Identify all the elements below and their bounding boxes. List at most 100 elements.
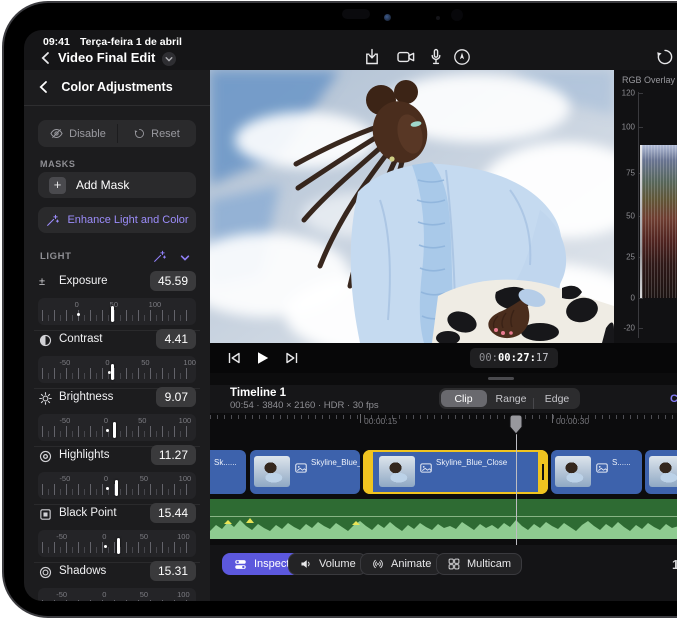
clip-1[interactable]: Sk...... [210, 450, 246, 494]
bezel-camera-ring [451, 9, 463, 21]
rgb-overlay-scope: RGB Overlay 120 100 75 50 25 0 -20 [614, 70, 677, 343]
exposure-icon: ± [39, 276, 52, 289]
disable-reset-control: Disable Reset [38, 120, 196, 147]
title-chevron-down-icon[interactable] [162, 52, 176, 66]
color-adjustments-panel: Color Adjustments Disable Reset [24, 70, 210, 601]
black-point-value[interactable]: 15.44 [150, 503, 196, 523]
screen: 09:41 Terça-feira 1 de abril Video Final… [24, 30, 677, 601]
exposure-value[interactable]: 45.59 [150, 271, 196, 291]
camera-icon[interactable] [396, 47, 416, 67]
slider-highlights: Highlights 11.27 -50 0 50 100 [38, 448, 196, 506]
highlights-handle[interactable] [115, 480, 118, 496]
brightness-slider-ruler[interactable]: -50 0 50 100 [38, 414, 196, 441]
video-preview[interactable] [210, 70, 614, 343]
skip-to-end-icon[interactable] [282, 348, 302, 368]
black-point-slider-ruler[interactable]: -50 0 50 100 [38, 530, 196, 557]
trim-handle-right[interactable] [538, 450, 548, 494]
highlights-value[interactable]: 11.27 [151, 445, 196, 465]
playback-bar: 00:00:27:17 [210, 343, 677, 373]
add-mask-button[interactable]: + Add Mask [38, 172, 196, 198]
timeline-meta: 00:54 · 3840 × 2160 · HDR · 30 fps [230, 400, 379, 411]
mode-range[interactable]: Range [488, 393, 534, 405]
timeline-drag-handle[interactable] [488, 377, 514, 380]
annotate-icon[interactable] [452, 47, 472, 67]
contrast-handle[interactable] [111, 364, 114, 380]
magic-wand-icon [45, 213, 60, 228]
timeline-ruler[interactable]: 00:00:15 00:00:30 [210, 413, 677, 433]
mode-clip[interactable]: Clip [441, 390, 487, 407]
reset-label: Reset [151, 128, 180, 140]
clip-thumbnail [254, 456, 290, 487]
highlights-slider-ruler[interactable]: -50 0 50 100 [38, 472, 196, 499]
brightness-value[interactable]: 9.07 [156, 387, 196, 407]
clip-4[interactable]: S...... [551, 450, 642, 494]
shadows-value[interactable]: 15.31 [150, 561, 196, 581]
photo-icon [596, 463, 608, 473]
clip-5[interactable] [645, 450, 677, 494]
brightness-handle[interactable] [113, 422, 116, 438]
slider-contrast: Contrast 4.41 -50 0 50 100 [38, 332, 196, 390]
playhead-line[interactable] [516, 434, 518, 558]
animate-button[interactable]: Animate [360, 553, 442, 575]
volume-button[interactable]: Volume [288, 553, 367, 575]
speaker-icon [299, 557, 313, 571]
enhance-label: Enhance Light and Color [67, 214, 188, 226]
eye-slash-icon [49, 126, 64, 141]
mode-edge[interactable]: Edge [534, 393, 580, 405]
clipped-edge-button[interactable]: C [670, 393, 677, 405]
clock: 09:41 [43, 36, 70, 48]
panel-title: Color Adjustments [24, 80, 210, 94]
timecode-display[interactable]: 00:00:27:17 [470, 348, 558, 368]
audio-track[interactable] [210, 499, 677, 539]
slider-brightness: Brightness 9.07 -50 0 50 100 [38, 390, 196, 448]
status-bar: 09:41 Terça-feira 1 de abril [24, 30, 677, 50]
enhance-light-color-button[interactable]: Enhance Light and Color [38, 207, 196, 233]
light-wand-icon[interactable] [152, 249, 167, 264]
origin-dot [106, 487, 109, 490]
bezel-sensor-pill [342, 9, 370, 19]
slider-shadows: Shadows 15.31 -50 0 50 100 [38, 564, 196, 601]
clip-3-selected[interactable]: Skyline_Blue_Close [363, 450, 548, 494]
microphone-icon[interactable] [426, 47, 446, 67]
skip-to-start-icon[interactable] [224, 348, 244, 368]
ipad-bezel: 09:41 Terça-feira 1 de abril Video Final… [2, 1, 677, 618]
exposure-slider-ruler[interactable]: 0 50 100 [38, 298, 196, 325]
project-title[interactable]: Video Final Edit [58, 50, 155, 65]
timeline-header: Timeline 1 00:54 · 3840 × 2160 · HDR · 3… [210, 385, 677, 413]
black-point-handle[interactable] [117, 538, 120, 554]
bezel-sensor-dot [436, 16, 440, 20]
clipped-bottom-fragment: 1 [672, 557, 677, 572]
highlights-icon [39, 450, 52, 463]
app-toolbar: Video Final Edit [24, 50, 677, 70]
clip-thumbnail [555, 456, 591, 487]
reset-button[interactable]: Reset [117, 120, 196, 147]
multicam-grid-icon [447, 557, 461, 571]
contrast-slider-ruler[interactable]: -50 0 50 100 [38, 356, 196, 383]
disable-label: Disable [69, 128, 106, 140]
back-icon[interactable] [38, 50, 54, 66]
clip-thumbnail [379, 456, 415, 487]
play-icon[interactable] [252, 348, 272, 368]
add-mask-label: Add Mask [76, 178, 129, 192]
brightness-icon [39, 392, 52, 405]
panel-header: Color Adjustments [24, 70, 210, 106]
reset-icon [133, 127, 146, 140]
light-collapse-chevron-icon[interactable] [178, 251, 192, 265]
light-section-header: LIGHT [24, 248, 210, 266]
playhead-handle[interactable] [509, 414, 523, 435]
undo-icon[interactable] [655, 47, 675, 67]
shadows-icon [39, 566, 52, 579]
slider-exposure: ± Exposure 45.59 0 50 100 [38, 274, 196, 332]
trim-handle-left[interactable] [363, 450, 373, 494]
clip-2[interactable]: Skyline_Blue_Wide [250, 450, 360, 494]
black-point-icon [39, 508, 52, 521]
multicam-button[interactable]: Multicam [436, 553, 522, 575]
segment-divider [117, 124, 118, 143]
contrast-value[interactable]: 4.41 [156, 329, 196, 349]
timeline-area: Timeline 1 00:54 · 3840 × 2160 · HDR · 3… [210, 373, 677, 601]
date: Terça-feira 1 de abril [80, 36, 182, 48]
disable-button[interactable]: Disable [38, 120, 117, 147]
import-icon[interactable] [362, 47, 382, 67]
shadows-slider-ruler[interactable]: -50 0 50 100 [38, 588, 196, 601]
edit-mode-control: Clip Range Edge [439, 388, 580, 409]
